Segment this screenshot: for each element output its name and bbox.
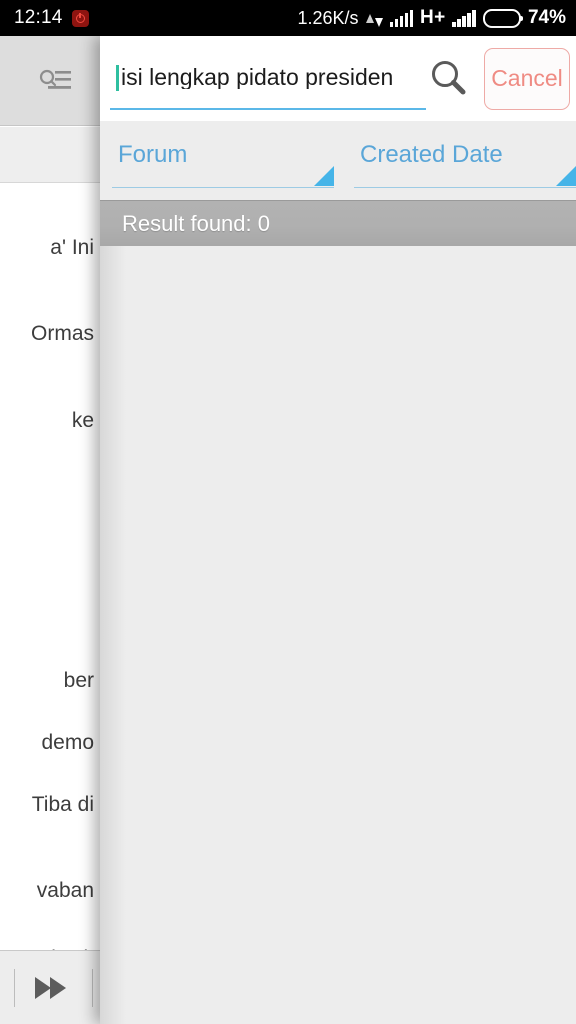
status-bar-right: 1.26K/s H+ 74% [298, 7, 567, 29]
forum-filter-dropdown[interactable]: Forum [112, 140, 334, 188]
search-input[interactable]: isi lengkap pidato presiden [110, 48, 426, 110]
background-list: a' Ini Ormas ke ber demo Tiba di vaban i… [0, 184, 100, 984]
created-date-filter-dropdown[interactable]: Created Date [354, 140, 576, 188]
status-bar-left: 12:14 [14, 7, 89, 29]
background-subtoolbar [0, 127, 100, 183]
search-list-icon[interactable] [38, 69, 72, 95]
dropdown-triangle-icon [314, 166, 334, 186]
data-transfer-icon [365, 9, 383, 27]
network-speed-label: 1.26K/s [297, 7, 359, 28]
list-item[interactable]: Tiba di [0, 793, 100, 817]
cancel-button-label: Cancel [491, 65, 563, 91]
cancel-button[interactable]: Cancel [484, 47, 570, 110]
text-cursor-icon [116, 64, 119, 91]
search-input-value[interactable]: isi lengkap pidato presiden [121, 66, 426, 89]
status-bar: 12:14 1.26K/s H+ 74% [0, 0, 576, 36]
list-item[interactable]: ber [0, 669, 100, 693]
signal-bars-icon-1 [389, 9, 414, 27]
result-count-bar: Result found: 0 [100, 200, 576, 246]
search-icon[interactable] [426, 56, 472, 102]
list-item[interactable]: Ormas [0, 322, 100, 346]
search-bar: isi lengkap pidato presiden Cancel [100, 36, 576, 121]
background-screen: a' Ini Ormas ke ber demo Tiba di vaban i… [0, 36, 100, 1024]
fast-forward-icon[interactable] [31, 974, 69, 1002]
signal-bars-icon-2 [452, 9, 476, 27]
forum-filter-label: Forum [118, 141, 188, 168]
dropdown-triangle-icon [556, 166, 576, 186]
status-clock: 12:14 [14, 7, 63, 28]
search-overlay-panel: isi lengkap pidato presiden Cancel Forum… [100, 36, 576, 1024]
background-toolbar [0, 36, 100, 126]
network-type-label: H+ [420, 7, 446, 28]
search-results-list[interactable] [100, 246, 576, 1024]
phone-screen: 12:14 1.26K/s H+ 74% a' Ini Ormas ke ber… [0, 0, 576, 1024]
filter-row: Forum Created Date [100, 121, 576, 200]
battery-icon [482, 8, 523, 28]
list-item[interactable]: demo [0, 731, 100, 755]
result-count-label: Result found: 0 [122, 210, 270, 236]
created-date-filter-label: Created Date [360, 141, 503, 168]
battery-percent-label: 74% [527, 7, 566, 28]
list-item[interactable]: vaban [0, 879, 100, 903]
background-bottom-bar [0, 950, 100, 1024]
record-icon [71, 9, 89, 27]
list-item[interactable]: ke [0, 409, 100, 433]
list-item[interactable]: a' Ini [0, 236, 100, 260]
